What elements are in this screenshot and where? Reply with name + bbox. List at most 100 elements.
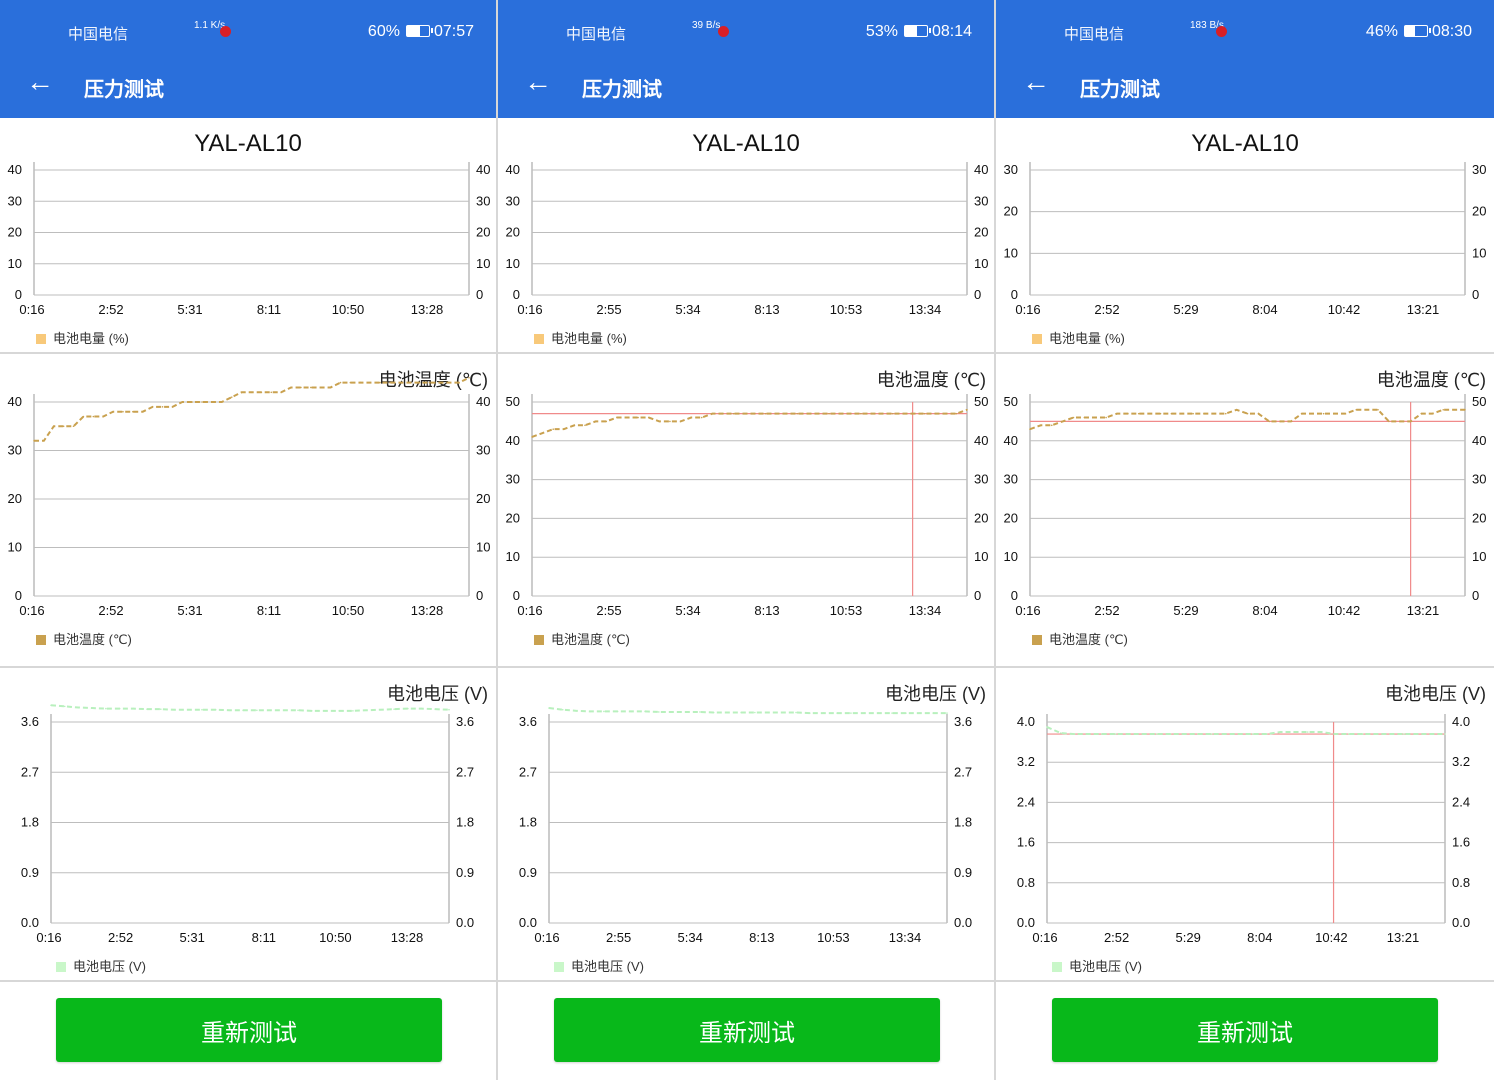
- left-tick-label: 10: [506, 256, 520, 271]
- chart-legend: 电池温度 (℃): [1032, 629, 1128, 648]
- chart-legend: 电池电量 (%): [1032, 328, 1125, 347]
- left-tick-label: 20: [8, 225, 22, 240]
- series-point: [1142, 733, 1144, 735]
- chart-legend: 电池电压 (V): [554, 956, 644, 975]
- series-point: [43, 440, 45, 442]
- left-tick-label: 1.8: [519, 815, 537, 830]
- series-point: [1214, 412, 1216, 415]
- series-point: [711, 412, 714, 415]
- series-point: [151, 406, 154, 408]
- left-tick-label: 0: [513, 588, 520, 603]
- x-tick-label: 5:34: [675, 603, 700, 618]
- x-tick-label: 2:52: [1094, 302, 1119, 317]
- series-point: [1192, 412, 1194, 415]
- series-point: [700, 416, 703, 419]
- right-tick-label: 20: [974, 225, 988, 240]
- left-tick-label: 2.7: [21, 764, 39, 779]
- x-tick-label: 10:42: [1328, 302, 1361, 317]
- right-tick-label: 20: [974, 510, 988, 525]
- series-point: [605, 420, 608, 423]
- series-point: [408, 381, 411, 384]
- right-tick-label: 0: [974, 287, 981, 302]
- series-point: [575, 710, 578, 712]
- series-point: [1268, 420, 1271, 423]
- series-point: [122, 410, 124, 413]
- series-point: [1238, 733, 1240, 735]
- left-tick-label: 0: [15, 287, 22, 302]
- series-point: [644, 710, 646, 713]
- series-point: [1061, 420, 1064, 423]
- back-arrow-icon[interactable]: ←: [1022, 68, 1050, 96]
- series-point: [1388, 420, 1390, 423]
- series-point: [1279, 420, 1281, 423]
- left-tick-label: 40: [506, 162, 520, 177]
- retest-button[interactable]: 重新测试: [1052, 998, 1438, 1062]
- series-point: [369, 381, 371, 384]
- series-point: [781, 711, 784, 714]
- series-point: [201, 401, 203, 403]
- series-point: [418, 381, 421, 384]
- series-point: [1252, 733, 1254, 735]
- series-point: [407, 707, 409, 710]
- series-point: [1348, 733, 1350, 735]
- series-point: [1334, 733, 1337, 735]
- left-tick-label: 40: [506, 433, 520, 448]
- series-point: [1059, 732, 1062, 734]
- series-point: [1290, 420, 1292, 423]
- series-point: [795, 711, 797, 714]
- back-arrow-icon[interactable]: ←: [524, 68, 552, 96]
- x-tick-label: 5:34: [675, 302, 700, 317]
- series-point: [616, 710, 619, 713]
- series-point: [1203, 412, 1205, 415]
- series-point: [1169, 733, 1172, 735]
- left-tick-label: 40: [8, 162, 22, 177]
- right-tick-label: 10: [476, 256, 490, 271]
- x-tick-label: 10:53: [817, 930, 850, 945]
- right-tick-label: 0: [476, 588, 483, 603]
- series-point: [699, 711, 701, 713]
- left-tick-label: 3.2: [1017, 754, 1035, 769]
- left-tick-label: 1.6: [1017, 835, 1035, 850]
- series-point: [1366, 408, 1368, 411]
- left-tick-label: 30: [506, 193, 520, 208]
- series-point: [1355, 408, 1358, 411]
- left-tick-label: 50: [506, 394, 520, 409]
- back-arrow-icon[interactable]: ←: [26, 68, 54, 96]
- series-point: [584, 424, 586, 427]
- series-point: [260, 391, 263, 394]
- series-point: [934, 412, 936, 415]
- series-point: [712, 711, 715, 714]
- x-tick-label: 5:29: [1176, 930, 1201, 945]
- series-point: [132, 707, 135, 710]
- series-point: [671, 711, 674, 713]
- series-point: [573, 424, 576, 427]
- left-tick-label: 10: [1004, 549, 1018, 564]
- x-tick-label: 8:11: [257, 603, 281, 618]
- series-point: [626, 416, 629, 419]
- series-point: [754, 711, 756, 714]
- series-point: [657, 711, 660, 713]
- series-point: [722, 412, 724, 415]
- left-tick-label: 30: [1004, 162, 1018, 177]
- series-point: [1293, 731, 1295, 733]
- series-point: [563, 428, 565, 430]
- x-tick-label: 10:50: [332, 302, 365, 317]
- series-line: [50, 704, 450, 712]
- left-tick-label: 10: [8, 256, 22, 271]
- series-point: [230, 396, 233, 398]
- x-tick-label: 2:55: [596, 302, 621, 317]
- x-tick-label: 5:29: [1173, 603, 1198, 618]
- retest-button[interactable]: 重新测试: [56, 998, 442, 1062]
- x-tick-label: 10:42: [1315, 930, 1348, 945]
- chart-2: 电池电压 (V) 0.0 0.0 0.8 0.8 1.6 1.6 2.4 2.4 3.2 3.2 4.…: [996, 668, 1494, 982]
- series-point: [398, 381, 401, 384]
- series-point: [173, 708, 176, 711]
- right-tick-label: 40: [974, 433, 988, 448]
- series-point: [1114, 733, 1117, 735]
- legend-swatch: [554, 962, 564, 972]
- series-point: [329, 386, 332, 389]
- series-point: [838, 412, 841, 415]
- right-tick-label: 20: [1472, 510, 1486, 525]
- chart-svg: 0 0 10 10 20 20 30 30 40 40 0:16 2:52 5:31 8:11 10:50 1…: [8, 162, 490, 317]
- retest-button[interactable]: 重新测试: [554, 998, 940, 1062]
